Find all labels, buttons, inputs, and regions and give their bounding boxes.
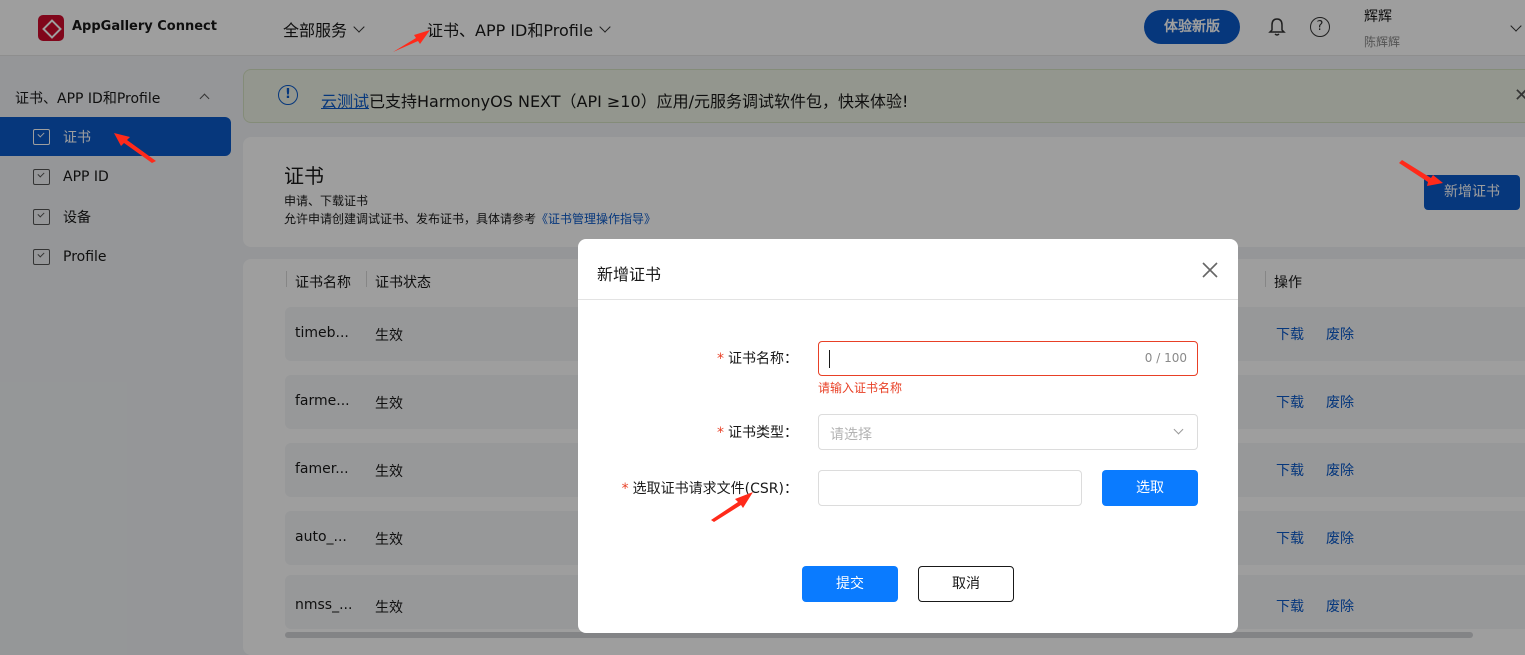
cert-name-error: 请输入证书名称 [818,381,903,395]
submit-button[interactable]: 提交 [802,566,898,602]
required-mark: * [717,425,724,441]
cancel-button[interactable]: 取消 [918,566,1014,602]
dialog-title: 新增证书 [597,265,662,284]
required-mark: * [621,481,629,497]
choose-file-button[interactable]: 选取 [1102,470,1198,506]
annotation-arrow-icon [711,492,753,522]
cert-type-placeholder: 请选择 [830,427,872,443]
add-certificate-dialog: 新增证书 * 证书名称： 0 / 100 请输入证书名称 * 证书类型： 请选择 *… [578,239,1238,633]
required-mark: * [717,351,724,367]
csr-file-input[interactable] [818,470,1082,506]
annotation-arrow-icon [114,133,156,163]
cert-name-label: * 证书名称： [717,348,798,368]
text-caret [829,350,830,368]
annotation-arrow-icon [393,30,430,52]
cert-type-select[interactable]: 请选择 [818,414,1198,450]
cert-name-input[interactable]: 0 / 100 [818,341,1198,376]
dialog-divider [578,299,1238,300]
cert-name-label-text: 证书名称： [728,351,798,367]
char-counter: 0 / 100 [1144,351,1187,365]
chevron-down-icon [1173,424,1184,435]
cert-type-label: * 证书类型： [717,422,798,442]
annotation-arrow-icon [1399,160,1443,186]
cert-type-label-text: 证书类型： [728,425,798,441]
close-icon[interactable] [1200,260,1220,280]
